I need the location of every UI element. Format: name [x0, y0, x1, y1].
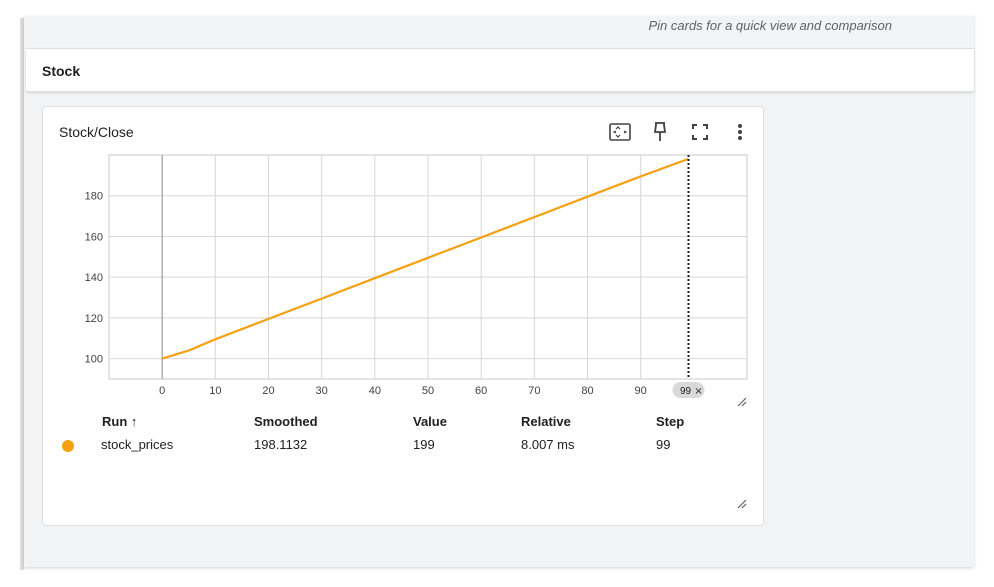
- y-tick-label: 140: [85, 272, 103, 284]
- cell-step: 99: [656, 437, 671, 452]
- card-resize-icon[interactable]: [737, 499, 747, 509]
- header-relative[interactable]: Relative: [521, 414, 571, 429]
- x-tick-label: 70: [528, 385, 540, 397]
- cell-relative: 8.007 ms: [521, 437, 575, 452]
- x-tick-label: 80: [581, 385, 593, 397]
- y-tick-label: 100: [85, 354, 103, 366]
- main-panel: Pin cards for a quick view and compariso…: [24, 16, 974, 567]
- sort-arrow-icon: ↑: [130, 414, 138, 429]
- x-tick-label: 40: [369, 385, 381, 397]
- cell-value: 199: [413, 437, 435, 452]
- x-tick-label: 10: [209, 385, 221, 397]
- header-step[interactable]: Step: [656, 414, 684, 429]
- header-run[interactable]: Run ↑: [102, 414, 137, 429]
- step-cursor-label: 99: [680, 386, 692, 397]
- cell-smoothed: 198.1132: [254, 437, 308, 452]
- x-tick-label: 20: [262, 385, 274, 397]
- header-value[interactable]: Value: [413, 414, 447, 429]
- group-header[interactable]: Stock: [26, 48, 974, 92]
- y-tick-label: 180: [85, 191, 103, 203]
- cell-run: stock_prices: [101, 437, 174, 452]
- pin-hint-text: Pin cards for a quick view and compariso…: [648, 18, 892, 33]
- header-run-label: Run: [102, 414, 128, 429]
- chart-resize-icon[interactable]: [737, 397, 747, 407]
- y-tick-label: 160: [85, 231, 103, 243]
- run-color-dot[interactable]: [62, 440, 74, 452]
- x-tick-label: 0: [159, 385, 165, 397]
- scalar-card: Stock/Close 0 10 20 30 40 50 60 70 80 90…: [42, 106, 764, 526]
- y-tick-label: 120: [85, 313, 103, 325]
- x-tick-label: 30: [316, 385, 328, 397]
- header-smoothed[interactable]: Smoothed: [254, 414, 318, 429]
- x-tick-label: 60: [475, 385, 487, 397]
- group-title: Stock: [42, 63, 81, 79]
- line-chart[interactable]: 0 10 20 30 40 50 60 70 80 90 100 120 140 160 180 99 ×: [43, 107, 763, 407]
- x-tick-label: 50: [422, 385, 434, 397]
- x-tick-label: 90: [635, 385, 647, 397]
- close-icon[interactable]: ×: [694, 386, 702, 397]
